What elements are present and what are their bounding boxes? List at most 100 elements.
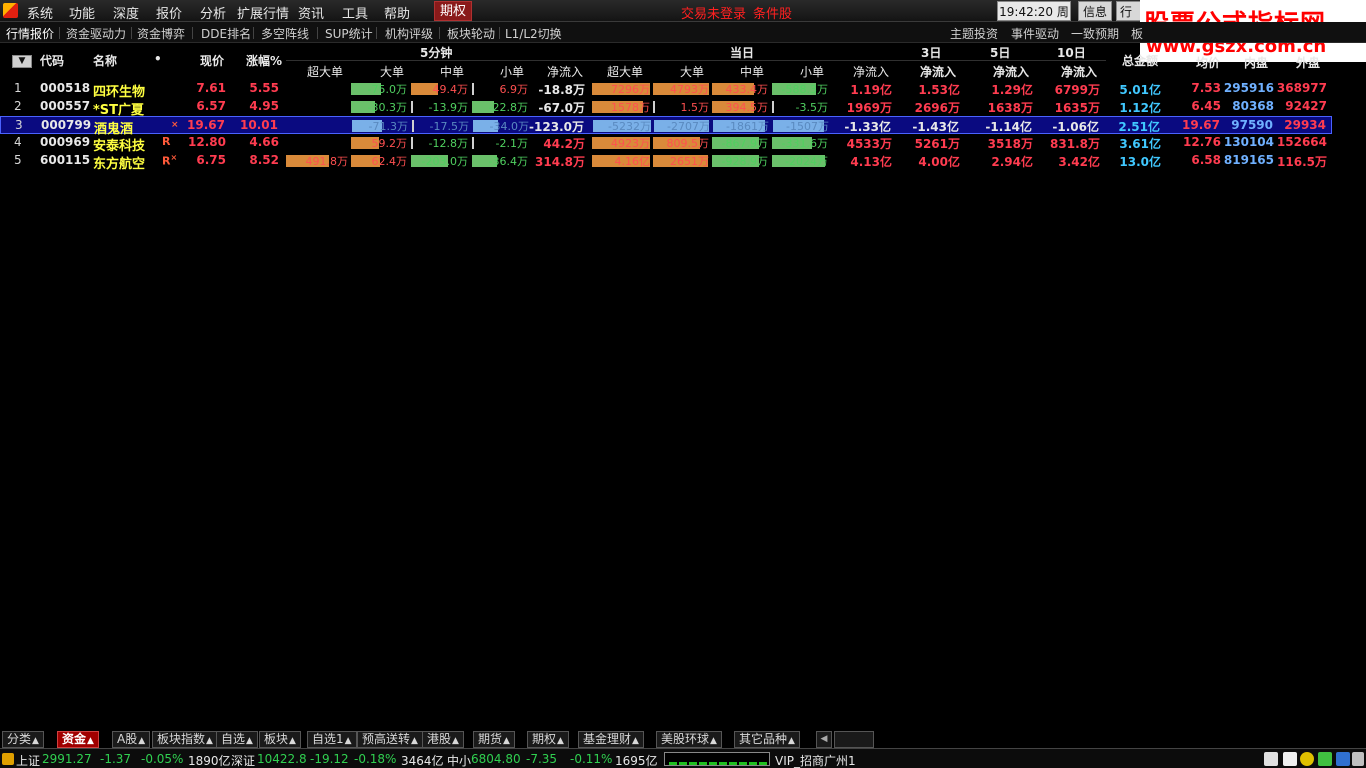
- tab-scrollbar[interactable]: [834, 731, 874, 748]
- sz-value[interactable]: 10422.8: [257, 752, 307, 766]
- flow-bar-day-small: -1507万: [773, 120, 831, 133]
- toolbar-separator: [59, 27, 60, 39]
- toolbar-separator: [376, 27, 377, 39]
- tab-arrow-up-icon: ▲: [710, 736, 717, 746]
- condition-stock-link[interactable]: 条件股: [753, 3, 792, 22]
- header-day-small[interactable]: 小单: [800, 63, 824, 80]
- wifi-icon[interactable]: [1318, 752, 1332, 766]
- header-5m-super[interactable]: 超大单: [307, 63, 343, 80]
- note-icon[interactable]: [1283, 752, 1297, 766]
- tab-arrow-up-icon: ▲: [788, 736, 795, 746]
- menu-extended[interactable]: 扩展行情: [237, 3, 289, 22]
- toolbar-quote[interactable]: 行情报价: [6, 25, 54, 42]
- toolbar-sector-rotation[interactable]: 板块轮动: [447, 25, 495, 42]
- tab-arrow-up-icon: ▲: [557, 736, 564, 746]
- menu-options[interactable]: 期权: [434, 1, 472, 21]
- menu-quote[interactable]: 报价: [156, 3, 182, 22]
- tab-2[interactable]: A股▲: [112, 731, 151, 748]
- tab-8[interactable]: 港股▲: [422, 731, 464, 748]
- tab-6[interactable]: 自选1▲: [307, 731, 357, 748]
- tab-1[interactable]: 资金▲: [57, 731, 99, 748]
- header-outer[interactable]: 外盘: [1296, 54, 1320, 71]
- header-10d-net[interactable]: 净流入: [1061, 63, 1097, 80]
- table-row[interactable]: 2 000557 *ST广夏 6.57 4.95 -67.0万 1969万 2696万 1638…: [0, 98, 1332, 118]
- table-row[interactable]: 1 000518 四环生物 7.61 5.55 -18.8万 1.19亿 1.53亿 1.29亿…: [0, 80, 1332, 100]
- tab-0[interactable]: 分类▲: [2, 731, 44, 748]
- header-inner[interactable]: 内盘: [1244, 54, 1268, 71]
- menu-function[interactable]: 功能: [69, 3, 95, 22]
- header-5m-small[interactable]: 小单: [500, 63, 524, 80]
- menu-system[interactable]: 系统: [27, 3, 53, 22]
- header-day-medium[interactable]: 中单: [740, 63, 764, 80]
- flow-bar-m5-medium: -203.0万: [411, 155, 470, 168]
- toolbar-event-drive[interactable]: 事件驱动: [1011, 25, 1059, 42]
- header-5m-large[interactable]: 大单: [380, 63, 404, 80]
- message-icon[interactable]: [1264, 752, 1278, 766]
- header-price[interactable]: 现价: [200, 52, 224, 69]
- tab-7[interactable]: 预高送转▲: [357, 731, 423, 748]
- toolbar-consensus[interactable]: 一致预期: [1071, 25, 1119, 42]
- header-5m-medium[interactable]: 中单: [440, 63, 464, 80]
- flow-bar-fill: [411, 137, 413, 149]
- info-button[interactable]: 信息: [1078, 1, 1112, 21]
- column-select-dropdown-icon[interactable]: ▼: [12, 55, 32, 68]
- header-day-large[interactable]: 大单: [680, 63, 704, 80]
- flow-value: -22.8万: [488, 101, 528, 114]
- tab-scroll-left-icon[interactable]: ◀: [816, 731, 832, 748]
- toolbar-fund-drive[interactable]: 资金驱动力: [66, 25, 126, 42]
- tab-4[interactable]: 自选▲: [216, 731, 258, 748]
- toolbar-l1l2-switch[interactable]: L1/L2切换: [505, 25, 562, 42]
- tab-11[interactable]: 基金理财▲: [578, 731, 644, 748]
- tab-10[interactable]: 期权▲: [527, 731, 569, 748]
- settings-icon[interactable]: [1352, 752, 1364, 766]
- header-avg[interactable]: 均价: [1196, 54, 1220, 71]
- trade-login-status[interactable]: 交易未登录: [681, 3, 746, 22]
- header-day-net[interactable]: 净流入: [853, 63, 889, 80]
- quote-button[interactable]: 行情: [1116, 1, 1142, 21]
- header-day-super[interactable]: 超大单: [607, 63, 643, 80]
- menu-depth[interactable]: 深度: [113, 3, 139, 22]
- menu-analysis[interactable]: 分析: [200, 3, 226, 22]
- header-name[interactable]: 名称: [93, 52, 117, 69]
- toolbar-dde-rank[interactable]: DDE排名: [201, 25, 251, 42]
- header-total[interactable]: 总金额: [1122, 52, 1158, 69]
- sh-value[interactable]: 2991.27: [42, 752, 92, 766]
- tab-3[interactable]: 板块指数▲: [152, 731, 218, 748]
- cell-d5: 1638万: [987, 101, 1033, 115]
- header-code[interactable]: 代码: [40, 52, 64, 69]
- table-row[interactable]: 3 000799 酒鬼酒 × 19.67 10.01 -123.0万 -1.33亿 -1.43亿…: [0, 116, 1332, 137]
- tab-label: 板块: [264, 732, 289, 746]
- tab-5[interactable]: 板块▲: [259, 731, 301, 748]
- smile-icon[interactable]: [1300, 752, 1314, 766]
- toolbar-separator: [499, 27, 500, 39]
- menu-news[interactable]: 资讯: [298, 3, 324, 22]
- table-row[interactable]: 5 600115 东方航空 R× 6.75 8.52 314.8万 4.13亿 4.00亿 2.9…: [0, 152, 1332, 172]
- header-dot[interactable]: •: [154, 52, 162, 66]
- server-name[interactable]: VIP_招商广州1: [775, 752, 856, 768]
- header-change[interactable]: 涨幅%: [246, 52, 282, 69]
- app-logo-icon[interactable]: [3, 3, 18, 18]
- header-3d-net[interactable]: 净流入: [920, 63, 956, 80]
- menu-help[interactable]: 帮助: [384, 3, 410, 22]
- flow-value: -1861万: [726, 120, 769, 133]
- menu-tools[interactable]: 工具: [342, 3, 368, 22]
- flow-bar-day-medium: -867.9万: [712, 137, 770, 150]
- header-5d-net[interactable]: 净流入: [993, 63, 1029, 80]
- user-icon[interactable]: [1336, 752, 1350, 766]
- toolbar-institution-rating[interactable]: 机构评级: [385, 25, 433, 42]
- toolbar-theme-invest[interactable]: 主题投资: [950, 25, 998, 42]
- toolbar-longshort[interactable]: 多空阵线: [261, 25, 309, 42]
- tab-arrow-up-icon: ▲: [344, 736, 352, 746]
- cell-outer: 29934: [1284, 118, 1326, 132]
- toolbar-more[interactable]: 板: [1131, 25, 1143, 42]
- header-5m-net[interactable]: 净流入: [547, 63, 583, 80]
- zx-value[interactable]: 6804.80: [471, 752, 521, 766]
- tab-12[interactable]: 美股环球▲: [656, 731, 722, 748]
- tab-9[interactable]: 期货▲: [473, 731, 515, 748]
- cell-change: 10.01: [240, 118, 278, 132]
- toolbar-sup-stats[interactable]: SUP统计: [325, 25, 373, 42]
- tab-13[interactable]: 其它品种▲: [734, 731, 800, 748]
- table-row[interactable]: 4 000969 安泰科技 R 12.80 4.66 44.2万 4533万 5261万 3518…: [0, 134, 1332, 154]
- cell-d5: -1.14亿: [985, 120, 1032, 134]
- toolbar-fund-game[interactable]: 资金博弈: [137, 25, 185, 42]
